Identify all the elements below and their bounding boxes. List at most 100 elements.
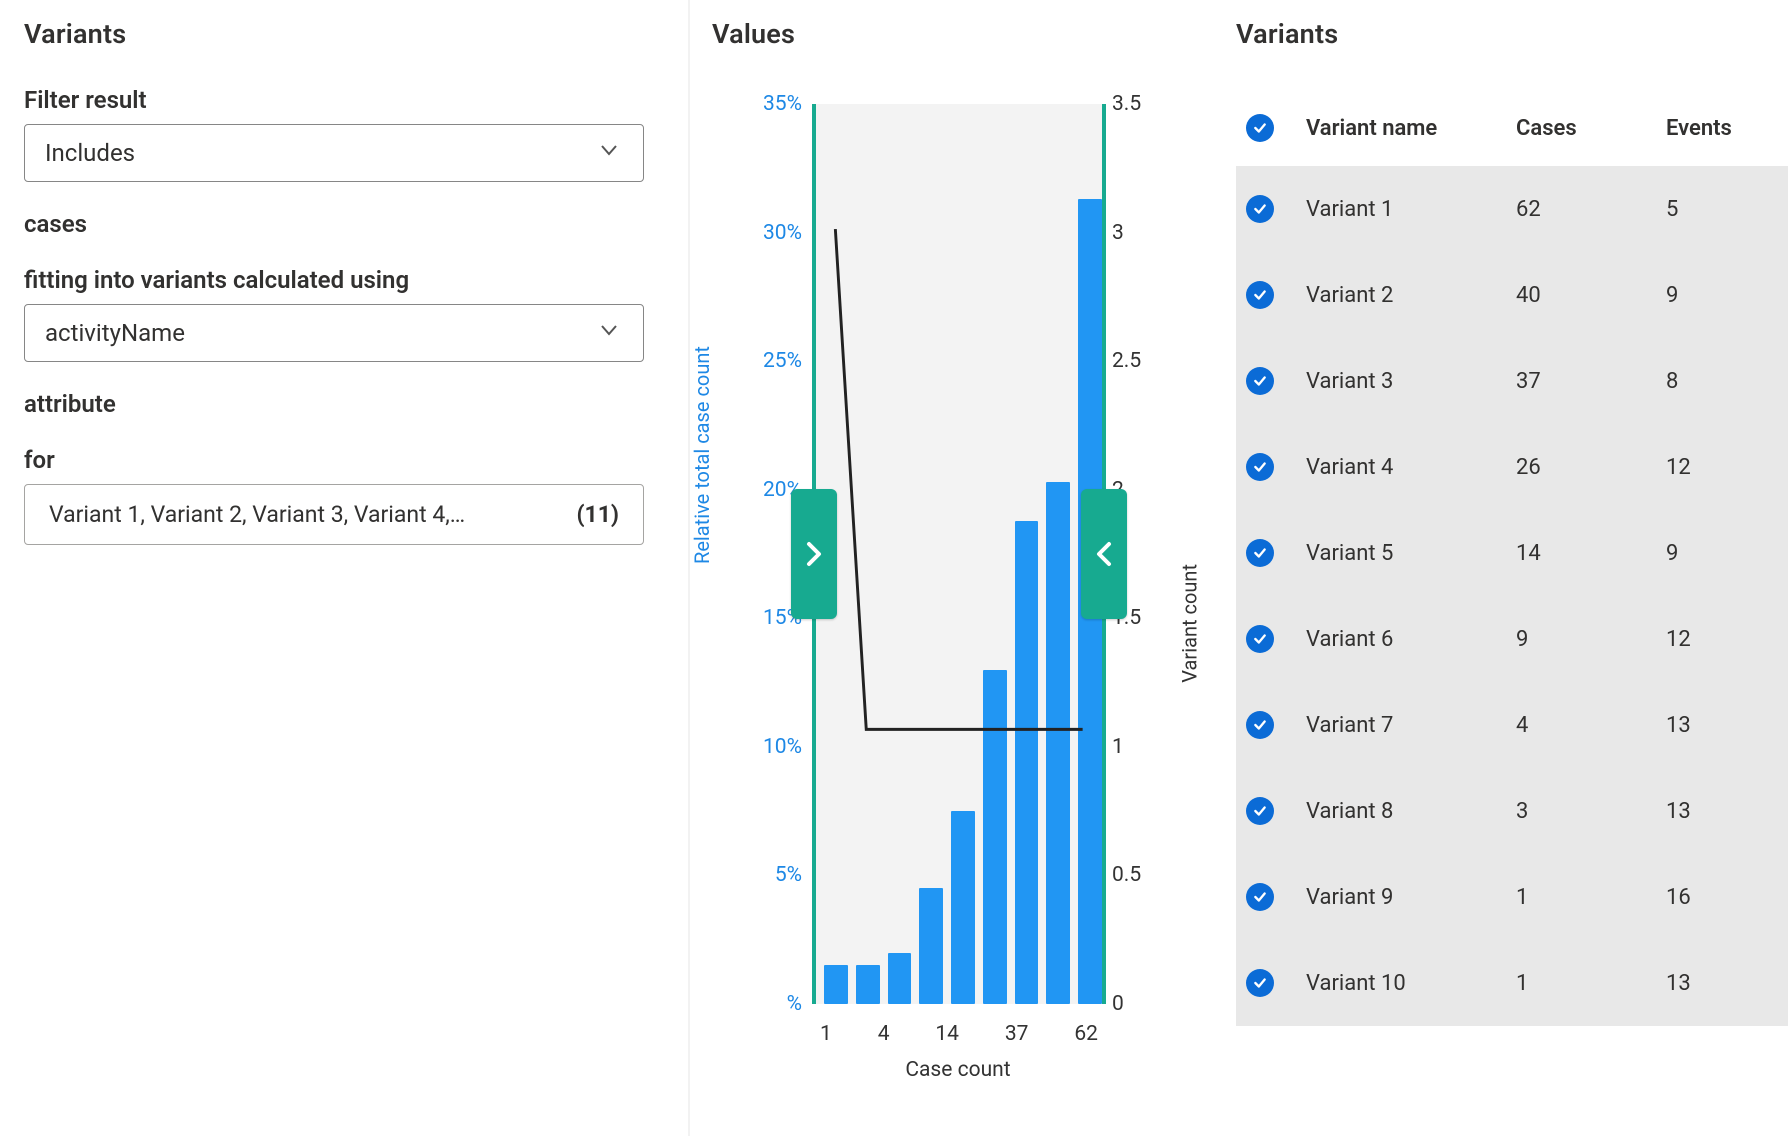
chart-bar [983, 670, 1007, 1004]
y-right-tick: 1 [1112, 735, 1124, 759]
variant-chart: Relative total case count Variant count … [706, 94, 1210, 1124]
range-slider-left[interactable] [791, 489, 837, 619]
cell-variant-name: Variant 6 [1296, 596, 1506, 682]
cell-events: 13 [1656, 940, 1788, 1026]
range-slider-right[interactable] [1081, 489, 1127, 619]
x-tick: 62 [1074, 1022, 1098, 1046]
calc-attribute-select[interactable]: activityName [24, 304, 644, 362]
table-row[interactable]: Variant 8313 [1236, 768, 1788, 854]
y-right-axis-label: Variant count [1178, 564, 1202, 683]
chevron-down-icon [597, 138, 621, 168]
table-row[interactable]: Variant 5149 [1236, 510, 1788, 596]
chart-bar [1015, 521, 1039, 1004]
y-right-tick: 0.5 [1112, 863, 1141, 887]
row-checkbox[interactable] [1246, 797, 1274, 825]
table-row[interactable]: Variant 2409 [1236, 252, 1788, 338]
row-checkbox[interactable] [1246, 539, 1274, 567]
table-row[interactable]: Variant 6912 [1236, 596, 1788, 682]
variant-multiselect-text: Variant 1, Variant 2, Variant 3, Variant… [49, 501, 465, 528]
filter-panel: Variants Filter result Includes cases fi… [0, 0, 690, 1136]
x-tick: 4 [878, 1022, 890, 1046]
variant-multiselect[interactable]: Variant 1, Variant 2, Variant 3, Variant… [24, 484, 644, 545]
row-checkbox[interactable] [1246, 367, 1274, 395]
table-row[interactable]: Variant 3378 [1236, 338, 1788, 424]
filter-panel-title: Variants [24, 18, 668, 50]
th-events[interactable]: Events [1656, 98, 1788, 166]
y-right-tick: 0 [1112, 992, 1124, 1016]
row-checkbox[interactable] [1246, 969, 1274, 997]
chevron-left-icon [1095, 540, 1113, 568]
cases-label: cases [24, 210, 668, 238]
x-tick: 37 [1005, 1022, 1029, 1046]
chart-bar [824, 965, 848, 1004]
cell-variant-name: Variant 4 [1296, 424, 1506, 510]
cell-cases: 14 [1506, 510, 1656, 596]
table-row[interactable]: Variant 7413 [1236, 682, 1788, 768]
x-tick: 14 [935, 1022, 959, 1046]
x-axis-label: Case count [706, 1058, 1210, 1082]
row-checkbox[interactable] [1246, 453, 1274, 481]
cell-variant-name: Variant 7 [1296, 682, 1506, 768]
cell-events: 9 [1656, 252, 1788, 338]
cell-variant-name: Variant 9 [1296, 854, 1506, 940]
cell-events: 5 [1656, 166, 1788, 252]
cell-cases: 9 [1506, 596, 1656, 682]
cell-events: 9 [1656, 510, 1788, 596]
cell-events: 12 [1656, 424, 1788, 510]
x-tick: 1 [820, 1022, 832, 1046]
cell-cases: 3 [1506, 768, 1656, 854]
values-panel: Values Relative total case count Variant… [690, 0, 1220, 1136]
for-label: for [24, 446, 668, 474]
cell-events: 13 [1656, 682, 1788, 768]
row-checkbox[interactable] [1246, 281, 1274, 309]
variants-table-title: Variants [1236, 18, 1788, 50]
cell-variant-name: Variant 3 [1296, 338, 1506, 424]
calc-attribute-value: activityName [45, 319, 185, 347]
chart-bars [816, 104, 1102, 1004]
table-row[interactable]: Variant 1625 [1236, 166, 1788, 252]
table-row[interactable]: Variant 42612 [1236, 424, 1788, 510]
cell-events: 12 [1656, 596, 1788, 682]
cell-cases: 62 [1506, 166, 1656, 252]
filter-result-select[interactable]: Includes [24, 124, 644, 182]
cell-variant-name: Variant 5 [1296, 510, 1506, 596]
y-left-tick: 35% [763, 92, 802, 116]
cell-cases: 1 [1506, 854, 1656, 940]
row-checkbox[interactable] [1246, 625, 1274, 653]
chart-plot-area [812, 104, 1106, 1004]
y-left-tick: 10% [763, 735, 802, 759]
cell-variant-name: Variant 2 [1296, 252, 1506, 338]
attribute-label: attribute [24, 390, 668, 418]
cell-cases: 37 [1506, 338, 1656, 424]
filter-result-label: Filter result [24, 86, 668, 114]
variant-multiselect-count: (11) [576, 501, 619, 528]
variants-table: Variant name Cases Events Variant 1625Va… [1236, 98, 1788, 1026]
cell-cases: 26 [1506, 424, 1656, 510]
filter-result-value: Includes [45, 139, 135, 167]
select-all-checkbox[interactable] [1246, 114, 1274, 142]
y-left-tick: 30% [763, 221, 802, 245]
th-cases[interactable]: Cases [1506, 98, 1656, 166]
chart-bar [1046, 482, 1070, 1004]
variants-table-panel: Variants Variant name Cases Events Varia… [1220, 0, 1788, 1136]
y-right-tick: 3.5 [1112, 92, 1141, 116]
th-variant-name[interactable]: Variant name [1296, 98, 1506, 166]
cell-variant-name: Variant 1 [1296, 166, 1506, 252]
row-checkbox[interactable] [1246, 883, 1274, 911]
cell-variant-name: Variant 8 [1296, 768, 1506, 854]
cell-cases: 1 [1506, 940, 1656, 1026]
chart-bar [856, 965, 880, 1004]
cell-cases: 40 [1506, 252, 1656, 338]
chevron-down-icon [597, 318, 621, 348]
y-right-tick: 2.5 [1112, 349, 1141, 373]
row-checkbox[interactable] [1246, 711, 1274, 739]
table-row[interactable]: Variant 9116 [1236, 854, 1788, 940]
y-left-tick: 5% [775, 863, 802, 887]
table-header-row: Variant name Cases Events [1236, 98, 1788, 166]
row-checkbox[interactable] [1246, 195, 1274, 223]
values-title: Values [712, 18, 1210, 50]
fitting-label: fitting into variants calculated using [24, 266, 668, 294]
chevron-right-icon [805, 540, 823, 568]
y-left-tick: % [787, 992, 802, 1016]
table-row[interactable]: Variant 10113 [1236, 940, 1788, 1026]
